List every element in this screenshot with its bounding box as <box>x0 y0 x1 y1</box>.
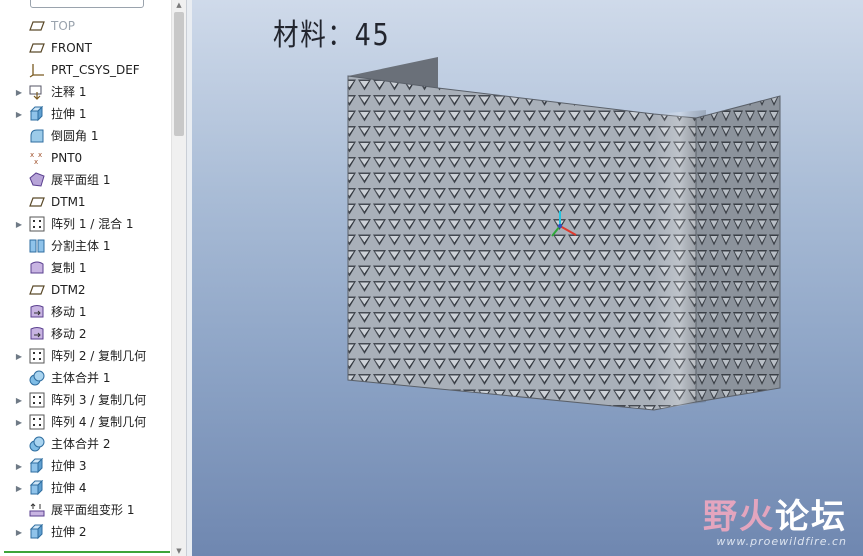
expand-arrow-icon[interactable]: ▶ <box>14 345 24 367</box>
tree-item[interactable]: FRONT <box>0 37 170 59</box>
tree-item-label: 阵列 1 / 混合 1 <box>51 217 134 231</box>
tree-item-label: 拉伸 4 <box>51 481 87 495</box>
datum-point-icon: xxx <box>29 150 45 166</box>
tree-item-label: PNT0 <box>51 151 83 165</box>
round-icon <box>29 128 45 144</box>
expand-arrow-icon[interactable]: ▶ <box>14 213 24 235</box>
copy-icon <box>29 260 45 276</box>
tree-item[interactable]: DTM1 <box>0 191 170 213</box>
scroll-up-arrow-icon[interactable]: ▲ <box>172 0 186 10</box>
move-icon <box>29 326 45 342</box>
tree-item[interactable]: 移动 1 <box>0 301 170 323</box>
tree-item-label: 移动 1 <box>51 305 87 319</box>
expand-arrow-icon[interactable]: ▶ <box>14 477 24 499</box>
part-front-face <box>347 75 697 411</box>
model-tree-scrollbar[interactable]: ▲ ▼ <box>171 0 186 556</box>
tree-item-label: 主体合并 1 <box>51 371 111 385</box>
body-merge-icon <box>29 436 45 452</box>
extrude-icon <box>29 105 45 122</box>
tree-item-label: 阵列 4 / 复制几何 <box>51 415 147 429</box>
panel-divider <box>4 551 170 553</box>
svg-text:x: x <box>34 158 38 166</box>
pattern-icon <box>29 414 45 430</box>
tree-item[interactable]: ▶ 阵列 3 / 复制几何 <box>0 389 170 411</box>
tree-item-label: 阵列 2 / 复制几何 <box>51 349 147 363</box>
tree-item-label: 拉伸 1 <box>51 107 87 121</box>
watermark-logo-part2: 论坛 <box>775 497 847 537</box>
extrude-icon <box>29 523 45 540</box>
tree-item[interactable]: x x x PNT0 <box>0 147 170 169</box>
pattern-icon <box>29 392 45 408</box>
split-body-icon <box>29 238 45 254</box>
svg-text:x: x <box>38 151 42 159</box>
datum-plane-icon <box>29 18 45 34</box>
scroll-down-arrow-icon[interactable]: ▼ <box>172 546 186 556</box>
move-icon <box>29 304 45 320</box>
tree-item[interactable]: ▶ 阵列 4 / 复制几何 <box>0 411 170 433</box>
tree-item[interactable]: 展平面组变形 1 <box>0 499 170 521</box>
datum-plane-icon <box>29 40 45 56</box>
coordinate-system-icon <box>29 62 45 78</box>
tree-item[interactable]: DTM2 <box>0 279 170 301</box>
tree-item[interactable]: ▶ 注释 1 <box>0 81 170 103</box>
expand-arrow-icon[interactable]: ▶ <box>14 521 24 543</box>
tree-item-label: 阵列 3 / 复制几何 <box>51 393 147 407</box>
pattern-icon <box>29 348 45 364</box>
expand-arrow-icon[interactable]: ▶ <box>14 389 24 411</box>
tree-item-label: 展平面组变形 1 <box>51 503 135 517</box>
datum-plane-icon <box>29 194 45 210</box>
tree-item-label: DTM2 <box>51 283 86 297</box>
expand-arrow-icon[interactable]: ▶ <box>14 103 24 125</box>
annotation-icon <box>29 84 45 100</box>
tree-item-label: 复制 1 <box>51 261 87 275</box>
tree-item-label: DTM1 <box>51 195 86 209</box>
tree-item[interactable]: 分割主体 1 <box>0 235 170 257</box>
extrude-icon <box>29 479 45 496</box>
tree-item-label: 倒圆角 1 <box>51 129 99 143</box>
tree-item[interactable]: 主体合并 1 <box>0 367 170 389</box>
expand-arrow-icon[interactable]: ▶ <box>14 455 24 477</box>
tree-item-label: PRT_CSYS_DEF <box>51 63 140 77</box>
tree-item[interactable]: ▶ 阵列 2 / 复制几何 <box>0 345 170 367</box>
model-tree-panel: TOP FRONT PRT_CSYS_DEF ▶ 注释 1 ▶ 拉伸 1 倒圆角 1 x x x PN… <box>0 0 187 556</box>
tree-item-label: 移动 2 <box>51 327 87 341</box>
part-side-face <box>695 95 781 403</box>
pattern-icon <box>29 216 45 232</box>
model-tree-search-input[interactable] <box>30 0 144 8</box>
tree-item[interactable]: PRT_CSYS_DEF <box>0 59 170 81</box>
tree-item-label: TOP <box>51 19 76 33</box>
flatten-quilt-icon <box>29 172 45 188</box>
tree-item[interactable]: ▶ 阵列 1 / 混合 1 <box>0 213 170 235</box>
tree-item-label: 展平面组 1 <box>51 173 111 187</box>
graphics-viewport[interactable]: 材料：45 野火论坛 www.proewildfire.cn <box>192 0 863 556</box>
part-model[interactable] <box>192 0 863 556</box>
tree-item-label: 拉伸 2 <box>51 525 87 539</box>
tree-item[interactable]: 展平面组 1 <box>0 169 170 191</box>
tree-item[interactable]: 主体合并 2 <box>0 433 170 455</box>
scroll-thumb[interactable] <box>174 12 184 136</box>
tree-item[interactable]: ▶ 拉伸 3 <box>0 455 170 477</box>
tree-item-label: 注释 1 <box>51 85 87 99</box>
watermark-logo-part1: 野火 <box>703 497 775 537</box>
tree-item[interactable]: 复制 1 <box>0 257 170 279</box>
forum-watermark: 野火论坛 www.proewildfire.cn <box>703 499 847 548</box>
tree-item-label: FRONT <box>51 41 92 55</box>
tree-item[interactable]: 移动 2 <box>0 323 170 345</box>
body-merge-icon <box>29 370 45 386</box>
expand-arrow-icon[interactable]: ▶ <box>14 81 24 103</box>
expand-arrow-icon[interactable]: ▶ <box>14 411 24 433</box>
tree-item[interactable]: ▶ 拉伸 4 <box>0 477 170 499</box>
tree-item-label: 分割主体 1 <box>51 239 111 253</box>
tree-item-label: 主体合并 2 <box>51 437 111 451</box>
tree-item[interactable]: ▶ 拉伸 1 <box>0 103 170 125</box>
tree-item-label: 拉伸 3 <box>51 459 87 473</box>
tree-item[interactable]: ▶ 拉伸 2 <box>0 521 170 543</box>
flatten-quilt-deform-icon <box>29 502 45 518</box>
tree-item[interactable]: 倒圆角 1 <box>0 125 170 147</box>
tree-item[interactable]: TOP <box>0 15 170 37</box>
datum-plane-icon <box>29 282 45 298</box>
extrude-icon <box>29 457 45 474</box>
